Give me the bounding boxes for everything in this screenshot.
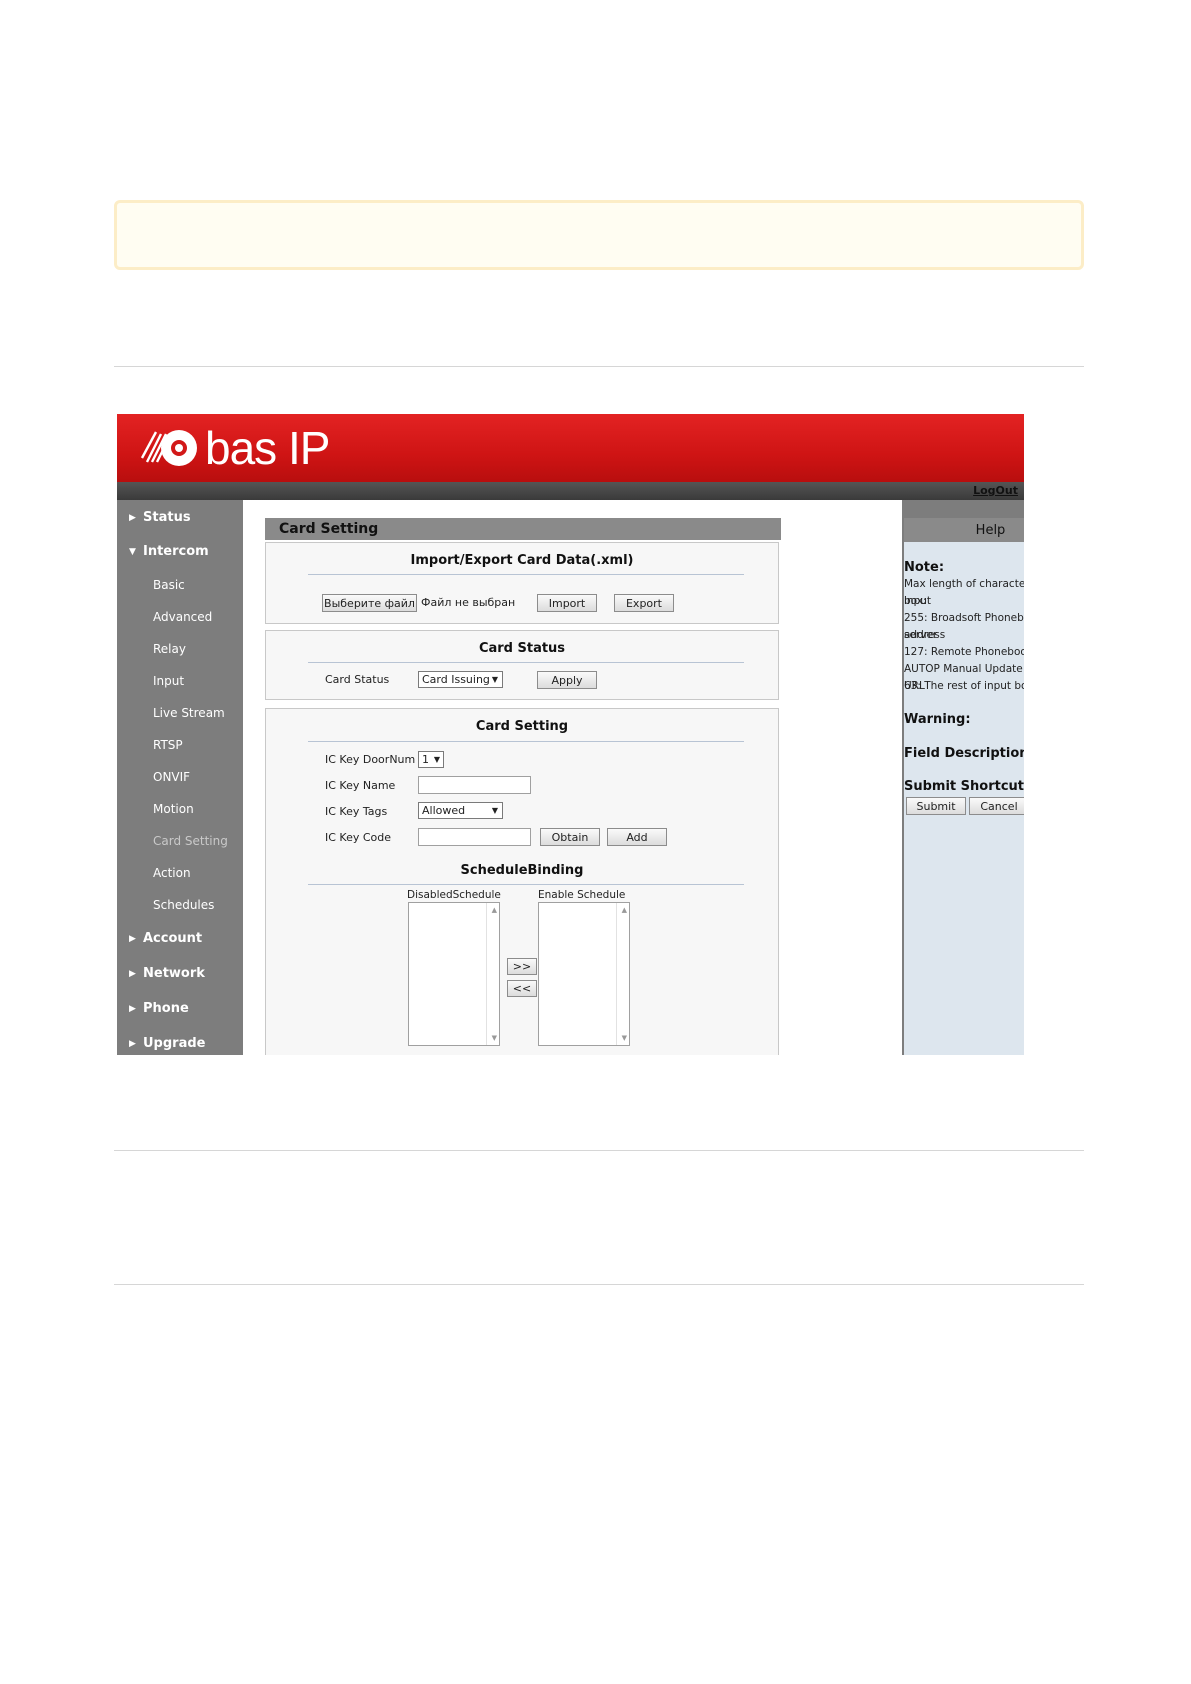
divider <box>114 366 1084 367</box>
warning-label: Warning: <box>904 712 971 727</box>
notice-box <box>114 200 1084 270</box>
sidebar-item-label: Phone <box>143 1001 189 1016</box>
key-tags-value: Allowed <box>422 804 466 817</box>
divider <box>114 1284 1084 1285</box>
move-left-button[interactable]: << <box>507 980 537 997</box>
key-code-input[interactable] <box>418 828 531 846</box>
divider <box>308 574 744 575</box>
chevron-right-icon: ▶ <box>129 1004 136 1014</box>
chevron-right-icon: ▶ <box>129 1039 136 1049</box>
move-right-button[interactable]: >> <box>507 958 537 975</box>
section-header: Card Setting <box>265 518 781 540</box>
note-line: 63: The rest of input boxes <box>904 680 1024 692</box>
brand-logo: bas IP <box>139 422 330 474</box>
header-banner: bas IP <box>117 414 1024 482</box>
add-button[interactable]: Add <box>607 828 667 846</box>
card-setting-title: Card Setting <box>475 719 569 734</box>
note-line: box: <box>904 595 927 607</box>
card-status-value: Card Issuing <box>422 673 490 686</box>
disabled-schedule-label: DisabledSchedule <box>407 889 501 901</box>
chevron-right-icon: ▶ <box>129 969 136 979</box>
divider <box>308 741 744 742</box>
enable-schedule-list[interactable]: ▲ ▼ <box>538 902 630 1046</box>
import-export-title: Import/Export Card Data(.xml) <box>410 553 634 568</box>
chevron-right-icon: ▶ <box>129 513 136 523</box>
help-body: Note: Max length of characters for input… <box>904 542 1024 1055</box>
dropdown-arrow-icon: ▼ <box>491 675 498 684</box>
enable-schedule-label: Enable Schedule <box>538 889 626 901</box>
sidebar-item-label: Intercom <box>143 544 209 559</box>
note-line: address <box>904 629 946 641</box>
field-description-label: Field Description: <box>904 746 1024 761</box>
sidebar-item-label: Upgrade <box>143 1036 206 1051</box>
chevron-down-icon: ▼ <box>129 547 136 557</box>
sidebar: ▶ Status ▼ Intercom Basic Advanced Relay… <box>117 500 243 1055</box>
page-title: Card Setting <box>279 521 379 537</box>
export-button[interactable]: Export <box>614 594 674 612</box>
submit-button[interactable]: Submit <box>906 797 966 815</box>
key-code-label: IC Key Code <box>325 831 392 844</box>
sidebar-item-label: Status <box>143 510 191 525</box>
scrollbar[interactable] <box>616 903 629 1045</box>
bas-ip-logo-icon <box>140 430 197 466</box>
door-num-label: IC Key DoorNum <box>325 753 416 766</box>
brand-name: bas IP <box>205 422 330 474</box>
chevron-right-icon: ▶ <box>129 934 136 944</box>
file-status-text: Файл не выбран <box>421 596 516 609</box>
door-num-value: 1 <box>422 753 429 766</box>
top-bar: LogOut <box>117 482 1024 500</box>
scroll-up-icon[interactable]: ▲ <box>492 906 497 914</box>
scroll-down-icon[interactable]: ▼ <box>492 1034 497 1042</box>
import-export-panel: Import/Export Card Data(.xml) Выберите ф… <box>265 542 779 624</box>
note-line: 127: Remote Phonebook URL & <box>904 646 1024 658</box>
choose-file-button[interactable]: Выберите файл <box>322 594 417 612</box>
main-content: Card Setting Import/Export Card Data(.xm… <box>243 500 902 1055</box>
card-status-title: Card Status <box>478 641 566 656</box>
help-title: Help <box>904 518 1024 542</box>
obtain-button[interactable]: Obtain <box>540 828 600 846</box>
card-status-label: Card Status <box>325 673 390 686</box>
note-label: Note: <box>904 560 945 575</box>
help-panel: Help Note: Max length of characters for … <box>902 500 1024 1055</box>
import-button[interactable]: Import <box>537 594 597 612</box>
card-setting-panel: Card Setting IC Key DoorNum 1 ▼ IC Key N… <box>265 708 779 1055</box>
key-tags-label: IC Key Tags <box>325 805 388 818</box>
cancel-button[interactable]: Cancel <box>969 797 1024 815</box>
key-name-input[interactable] <box>418 776 531 794</box>
apply-button[interactable]: Apply <box>537 671 597 689</box>
card-status-select[interactable]: Card Issuing ▼ <box>418 671 503 688</box>
submit-shortcut-label: Submit Shortcut <box>904 779 1024 794</box>
key-name-label: IC Key Name <box>325 779 396 792</box>
dropdown-arrow-icon: ▼ <box>433 755 440 764</box>
scroll-up-icon[interactable]: ▲ <box>622 906 627 914</box>
schedule-binding-title: ScheduleBinding <box>460 863 584 878</box>
sidebar-item-label: Network <box>143 966 205 981</box>
scroll-down-icon[interactable]: ▼ <box>622 1034 627 1042</box>
dropdown-arrow-icon: ▼ <box>491 806 498 815</box>
disabled-schedule-list[interactable]: ▲ ▼ <box>408 902 500 1046</box>
divider <box>114 1150 1084 1151</box>
key-tags-select[interactable]: Allowed ▼ <box>418 802 503 819</box>
sidebar-item-label: Account <box>143 931 203 946</box>
divider <box>308 662 744 663</box>
divider <box>308 884 744 885</box>
card-status-panel: Card Status Card Status Card Issuing ▼ A… <box>265 630 779 700</box>
web-admin-window: bas IP LogOut ▶ Status ▼ Intercom Basic … <box>117 414 1024 1055</box>
door-num-select[interactable]: 1 ▼ <box>418 751 444 768</box>
scrollbar[interactable] <box>486 903 499 1045</box>
logout-link[interactable]: LogOut <box>973 484 1018 497</box>
